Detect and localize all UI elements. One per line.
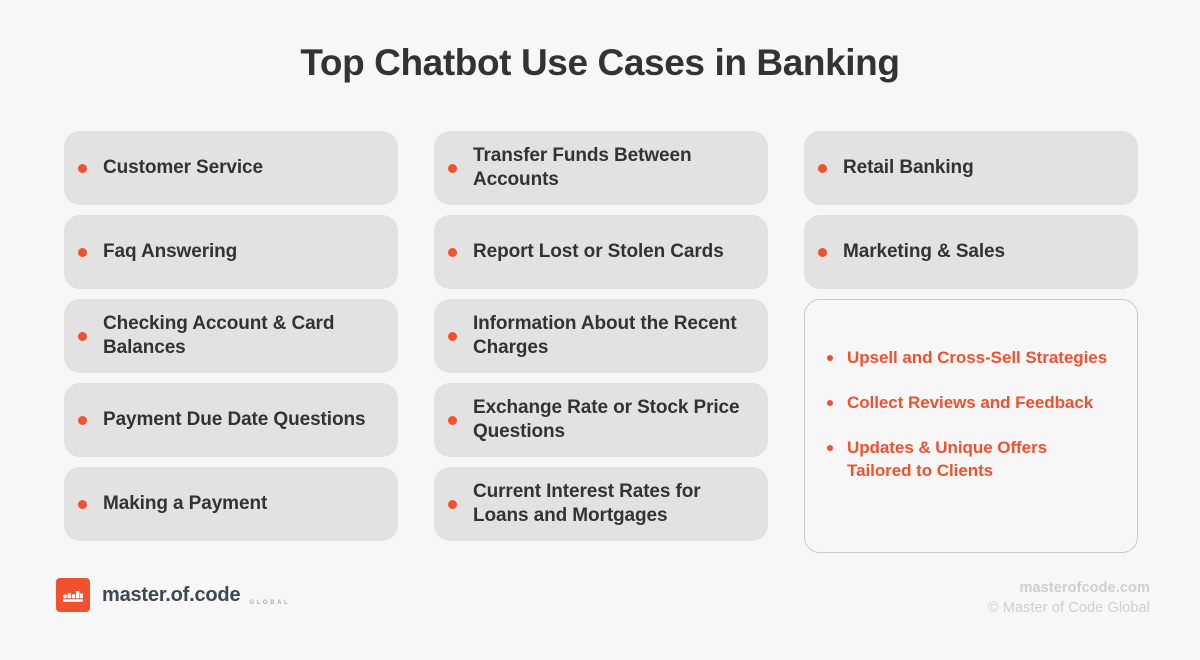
bullet-dot-icon bbox=[448, 163, 457, 173]
bullet-dot-icon bbox=[78, 415, 87, 425]
use-case-label: Customer Service bbox=[103, 157, 263, 178]
bullet-dot-icon bbox=[78, 331, 87, 341]
bullet-dot-icon bbox=[78, 247, 87, 257]
use-case-card[interactable]: Payment Due Date Questions bbox=[64, 383, 398, 457]
bullet-dot-icon bbox=[78, 499, 87, 509]
use-case-label: Current Interest Rates for Loans and Mor… bbox=[473, 481, 701, 526]
use-case-label: Payment Due Date Questions bbox=[103, 409, 366, 430]
footer-copyright: © Master of Code Global bbox=[987, 600, 1150, 616]
use-case-label: Making a Payment bbox=[103, 493, 268, 514]
footer: master.of.code GLOBAL masterofcode.com ©… bbox=[0, 560, 1200, 660]
use-case-label: Faq Answering bbox=[103, 241, 238, 262]
bullet-dot-icon bbox=[78, 163, 87, 173]
footer-website[interactable]: masterofcode.com bbox=[988, 578, 1150, 598]
bullet-dot-icon bbox=[818, 163, 827, 173]
footer-credits: masterofcode.com © Master of Code Global bbox=[988, 578, 1150, 619]
use-case-card[interactable]: Report Lost or Stolen Cards bbox=[434, 215, 768, 289]
use-case-card[interactable]: Customer Service bbox=[64, 131, 398, 205]
brand-logo[interactable]: master.of.code GLOBAL bbox=[56, 578, 290, 612]
column-2: Transfer Funds Between Accounts Report L… bbox=[434, 131, 768, 541]
bullet-dot-icon bbox=[448, 415, 457, 425]
page-title: Top Chatbot Use Cases in Banking bbox=[300, 42, 900, 83]
use-case-label: Marketing & Sales bbox=[843, 241, 1005, 262]
marketing-sales-subpanel-wrap: Upsell and Cross-Sell Strategies Collect… bbox=[804, 267, 1138, 553]
infographic-root: Top Chatbot Use Cases in Banking Custome… bbox=[0, 0, 1200, 660]
bullet-dot-icon bbox=[448, 499, 457, 509]
use-case-card[interactable]: Exchange Rate or Stock Price Questions bbox=[434, 383, 768, 457]
use-case-label: Information About the Recent Charges bbox=[473, 313, 737, 358]
use-case-label: Checking Account & Card Balances bbox=[103, 313, 335, 358]
brand-subtitle: GLOBAL bbox=[249, 600, 291, 606]
use-case-label: Retail Banking bbox=[843, 157, 974, 178]
sub-use-case-item[interactable]: Collect Reviews and Feedback bbox=[827, 391, 1115, 414]
use-case-card[interactable]: Faq Answering bbox=[64, 215, 398, 289]
bullet-dot-icon bbox=[818, 247, 827, 257]
bullet-dot-icon bbox=[448, 331, 457, 341]
crown-icon bbox=[56, 578, 90, 612]
sub-use-case-item[interactable]: Updates & Unique Offers Tailored to Clie… bbox=[827, 436, 1115, 482]
sub-use-case-label: Upsell and Cross-Sell Strategies bbox=[847, 348, 1108, 367]
use-case-card[interactable]: Retail Banking bbox=[804, 131, 1138, 205]
sub-bullet-dot-icon bbox=[827, 355, 833, 361]
use-case-card[interactable]: Checking Account & Card Balances bbox=[64, 299, 398, 373]
use-case-card[interactable]: Making a Payment bbox=[64, 467, 398, 541]
column-3: Retail Banking Marketing & Sales Upsell … bbox=[804, 131, 1138, 553]
use-case-label: Transfer Funds Between Accounts bbox=[473, 145, 692, 190]
sub-bullet-dot-icon bbox=[827, 445, 833, 451]
bullet-dot-icon bbox=[448, 247, 457, 257]
columns-container: Customer Service Faq Answering Checking … bbox=[64, 131, 1139, 553]
use-case-label: Exchange Rate or Stock Price Questions bbox=[473, 397, 740, 442]
use-case-card[interactable]: Current Interest Rates for Loans and Mor… bbox=[434, 467, 768, 541]
sub-use-case-label: Collect Reviews and Feedback bbox=[847, 393, 1094, 412]
sub-bullet-dot-icon bbox=[827, 400, 833, 406]
use-case-card[interactable]: Information About the Recent Charges bbox=[434, 299, 768, 373]
marketing-sales-subpanel: Upsell and Cross-Sell Strategies Collect… bbox=[804, 299, 1138, 553]
use-case-card[interactable]: Marketing & Sales bbox=[804, 215, 1138, 289]
use-case-card[interactable]: Transfer Funds Between Accounts bbox=[434, 131, 768, 205]
sub-use-case-item[interactable]: Upsell and Cross-Sell Strategies bbox=[827, 346, 1115, 369]
brand-name: master.of.code bbox=[102, 583, 241, 606]
column-1: Customer Service Faq Answering Checking … bbox=[64, 131, 398, 541]
use-case-label: Report Lost or Stolen Cards bbox=[473, 241, 724, 262]
sub-use-case-label: Updates & Unique Offers Tailored to Clie… bbox=[847, 438, 1048, 480]
